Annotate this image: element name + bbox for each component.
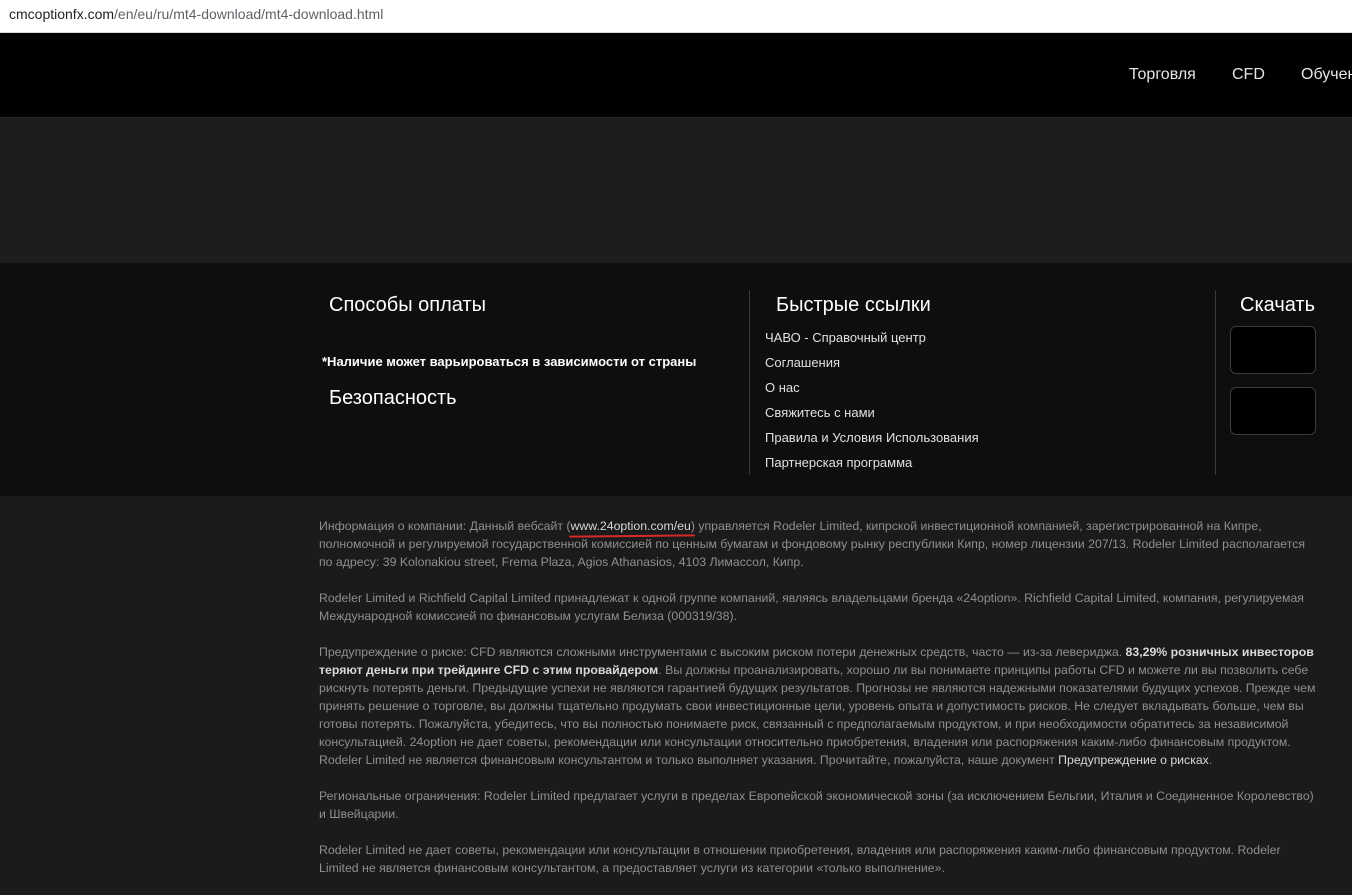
quick-links-list: ЧАВО - Справочный центр Соглашения О нас… <box>765 330 979 480</box>
footer-links-section: Способы оплаты *Наличие может варьироват… <box>0 263 1352 496</box>
security-title: Безопасность <box>329 387 457 409</box>
quick-link-terms[interactable]: Правила и Условия Использования <box>765 430 979 455</box>
nav-item-education[interactable]: Обучение <box>1301 66 1352 84</box>
nav-item-cfd[interactable]: CFD <box>1232 66 1265 84</box>
availability-note: *Наличие может варьироваться в зависимос… <box>322 354 697 369</box>
legal-disclaimer: Информация о компании: Данный вебсайт (w… <box>319 517 1319 895</box>
nav-item-trading[interactable]: Торговля <box>1129 66 1196 84</box>
website-link[interactable]: www.24option.com/eu <box>571 519 691 533</box>
column-divider <box>749 290 750 475</box>
hero-banner <box>0 118 1352 263</box>
top-navbar: Торговля CFD Обучение <box>0 33 1352 118</box>
quick-link-agreements[interactable]: Соглашения <box>765 355 979 380</box>
quick-link-contact[interactable]: Свяжитесь с нами <box>765 405 979 430</box>
quick-link-affiliate[interactable]: Партнерская программа <box>765 455 979 480</box>
regional-restrictions-paragraph: Региональные ограничения: Rodeler Limite… <box>319 789 1314 821</box>
company-info-paragraph: Информация о компании: Данный вебсайт (w… <box>319 517 1319 571</box>
google-play-button[interactable] <box>1230 387 1316 435</box>
risk-warning-paragraph: Предупреждение о риске: CFD являются сло… <box>319 643 1319 769</box>
payment-methods-title: Способы оплаты <box>329 294 486 316</box>
advice-disclaimer-paragraph: Rodeler Limited не дает советы, рекоменд… <box>319 843 1281 875</box>
app-store-button[interactable] <box>1230 326 1316 374</box>
risk-warning-rest: . Вы должны проанализировать, хорошо ли … <box>319 663 1316 767</box>
quick-links-title: Быстрые ссылки <box>776 294 931 316</box>
column-divider <box>1215 290 1216 475</box>
risk-warning-text: Предупреждение о риске: CFD являются сло… <box>319 645 1126 659</box>
download-title: Скачать <box>1240 294 1315 316</box>
address-bar-url[interactable]: cmcoptionfx.com/en/eu/ru/mt4-download/mt… <box>9 6 383 22</box>
group-paragraph: Rodeler Limited и Richfield Capital Limi… <box>319 591 1304 623</box>
address-bar[interactable]: cmcoptionfx.com/en/eu/ru/mt4-download/mt… <box>0 0 1352 33</box>
company-info-text: Информация о компании: Данный вебсайт ( <box>319 519 571 533</box>
url-path: /en/eu/ru/mt4-download/mt4-download.html <box>114 6 384 22</box>
quick-link-faq[interactable]: ЧАВО - Справочный центр <box>765 330 979 355</box>
quick-link-about[interactable]: О нас <box>765 380 979 405</box>
risk-warning-end: . <box>1208 753 1213 767</box>
url-host: cmcoptionfx.com <box>9 6 115 22</box>
risk-warning-link[interactable]: Предупреждение о рисках <box>1058 753 1209 767</box>
